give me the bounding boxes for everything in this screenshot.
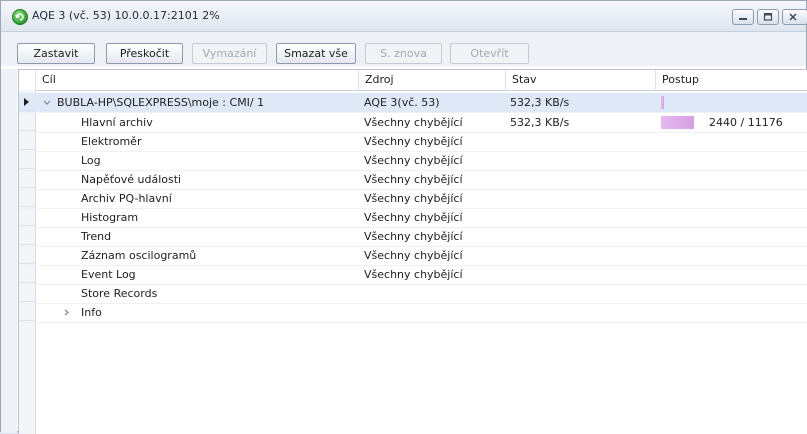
row-indicator-cell (19, 208, 35, 226)
row-target: Info (81, 306, 102, 319)
row-indicator-cell (19, 246, 35, 264)
row-indicator-cell (19, 170, 35, 188)
row-source: Všechny chybějící (364, 268, 463, 281)
row-source: Všechny chybějící (364, 154, 463, 167)
row-source: Všechny chybějící (364, 116, 463, 129)
row-indicator-cell (19, 93, 35, 111)
column-header-progress[interactable]: Postup (655, 70, 807, 90)
row-indicator-cell (19, 113, 35, 131)
window-title: AQE 3 (vč. 53) 10.0.0.17:2101 2% (32, 9, 220, 22)
toolbar: Zastavit Přeskočit Vymazání Smazat vše S… (1, 32, 806, 66)
row-indicator-icon (24, 98, 29, 106)
row-source: Všechny chybějící (364, 211, 463, 224)
row-indicator-cell (19, 227, 35, 245)
open-button[interactable]: Otevřít (450, 43, 529, 64)
progress-bar (661, 116, 694, 129)
row-indicator-cell (19, 303, 35, 321)
column-header-source[interactable]: Zdroj (358, 70, 513, 90)
table-row[interactable]: Store Records (19, 284, 807, 304)
row-source: Všechny chybějící (364, 173, 463, 186)
maximize-icon (763, 13, 773, 21)
row-indicator-cell (19, 189, 35, 207)
table-row-parent[interactable]: BUBLA-HP\SQLEXPRESS\moje : CMI/ 1 AQE 3(… (19, 93, 807, 113)
progress-bar (661, 96, 664, 109)
close-button[interactable] (782, 9, 807, 25)
row-source: Všechny chybějící (364, 135, 463, 148)
row-source: Všechny chybějící (364, 249, 463, 262)
table-row[interactable]: Histogram Všechny chybějící (19, 208, 807, 228)
refresh-icon (12, 9, 28, 25)
maximize-button[interactable] (757, 9, 779, 25)
left-margin (1, 69, 17, 433)
minimize-icon (739, 18, 747, 20)
row-indicator-cell (19, 265, 35, 283)
row-target: Elektroměr (81, 135, 142, 148)
transfer-grid: Cíl Zdroj Stav Postup BUBLA-HP\SQLEXPRES… (18, 69, 807, 434)
skip-button[interactable]: Přeskočit (106, 43, 183, 64)
stop-button[interactable]: Zastavit (17, 43, 95, 64)
row-target: Záznam oscilogramů (81, 249, 197, 262)
row-target: Histogram (81, 211, 139, 224)
chevron-down-icon[interactable] (42, 93, 52, 112)
row-status: 532,3 KB/s (510, 116, 570, 129)
grid-header: Cíl Zdroj Stav Postup (19, 70, 807, 91)
row-target: BUBLA-HP\SQLEXPRESS\moje : CMI/ 1 (57, 96, 265, 109)
delete-all-button[interactable]: Smazat vše (276, 43, 356, 64)
table-row[interactable]: Archiv PQ-hlavní Všechny chybějící (19, 189, 807, 209)
row-status: 532,3 KB/s (510, 96, 570, 109)
chevron-right-icon[interactable] (63, 303, 71, 322)
clear-button[interactable]: Vymazání (192, 43, 267, 64)
table-row[interactable]: Elektroměr Všechny chybějící (19, 132, 807, 152)
row-source: Všechny chybějící (364, 230, 463, 243)
row-target: Event Log (81, 268, 136, 281)
row-target: Napěťové události (81, 173, 182, 186)
close-icon (789, 13, 797, 21)
table-row[interactable]: Event Log Všechny chybějící (19, 265, 807, 285)
row-target: Log (81, 154, 101, 167)
progress-text: 2440 / 11176 (709, 116, 783, 129)
title-bar[interactable]: AQE 3 (vč. 53) 10.0.0.17:2101 2% (1, 1, 807, 32)
column-header-target[interactable]: Cíl (35, 70, 376, 90)
row-target: Hlavní archiv (81, 116, 153, 129)
row-source: AQE 3(vč. 53) (364, 96, 440, 109)
row-indicator-cell (19, 151, 35, 169)
table-row[interactable]: Napěťové události Všechny chybějící (19, 170, 807, 190)
table-row[interactable]: Info (19, 303, 807, 323)
table-row[interactable]: Hlavní archiv Všechny chybějící 532,3 KB/s… (19, 113, 807, 133)
row-target: Store Records (81, 287, 158, 300)
transfer-window: AQE 3 (vč. 53) 10.0.0.17:2101 2% Zastavi… (0, 0, 807, 434)
row-target: Trend (81, 230, 112, 243)
row-indicator-cell (19, 132, 35, 150)
row-source: Všechny chybějící (364, 192, 463, 205)
retry-button[interactable]: S. znova (365, 43, 442, 64)
table-row[interactable]: Log Všechny chybějící (19, 151, 807, 171)
table-row[interactable]: Trend Všechny chybějící (19, 227, 807, 247)
row-target: Archiv PQ-hlavní (81, 192, 172, 205)
table-row[interactable]: Záznam oscilogramů Všechny chybějící (19, 246, 807, 266)
column-header-status[interactable]: Stav (505, 70, 655, 90)
row-indicator-cell (19, 284, 35, 302)
minimize-button[interactable] (732, 9, 754, 25)
